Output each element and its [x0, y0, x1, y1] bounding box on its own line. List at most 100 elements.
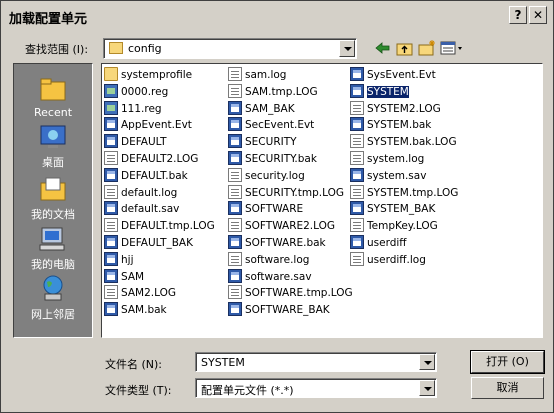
- file-list[interactable]: systemprofile 0000.reg 111.reg AppEvent.Evt…: [101, 63, 543, 338]
- place-my-computer[interactable]: 我的电脑: [14, 224, 92, 272]
- file-item[interactable]: SOFTWARE.bak: [228, 235, 326, 251]
- file-item[interactable]: SAM.bak: [104, 302, 167, 318]
- file-name: software.log: [245, 253, 310, 266]
- file-item[interactable]: system.log: [350, 151, 424, 167]
- file-item[interactable]: AppEvent.Evt: [104, 117, 192, 133]
- file-item[interactable]: SYSTEM.bak.LOG: [350, 134, 457, 150]
- file-item[interactable]: default.log: [104, 184, 177, 201]
- help-button[interactable]: ?: [509, 6, 527, 24]
- file-name: SOFTWARE.tmp.LOG: [245, 287, 353, 300]
- file-item[interactable]: TempKey.LOG: [350, 218, 438, 234]
- file-name: DEFAULT.bak: [121, 169, 188, 182]
- file-name: DEFAULT.tmp.LOG: [121, 220, 215, 233]
- file-name: TempKey.LOG: [367, 220, 438, 233]
- file-item[interactable]: SOFTWARE_BAK: [228, 302, 330, 318]
- my-documents-icon: [40, 177, 66, 201]
- place-network[interactable]: 网上邻居: [14, 274, 92, 322]
- place-label: 桌面: [42, 156, 64, 169]
- file-item[interactable]: SYSTEM.tmp.LOG: [350, 184, 458, 201]
- file-name: userdiff: [367, 237, 407, 249]
- file-item[interactable]: system.sav: [350, 167, 426, 184]
- file-item[interactable]: DEFAULT.tmp.LOG: [104, 218, 215, 234]
- file-item[interactable]: security.log: [228, 167, 305, 184]
- file-name: 0000.reg: [121, 85, 169, 98]
- file-item[interactable]: systemprofile: [104, 67, 192, 83]
- file-name: SAM2.LOG: [121, 287, 176, 300]
- file-item[interactable]: userdiff: [350, 235, 407, 251]
- file-item[interactable]: SYSTEM.bak: [350, 117, 431, 133]
- file-item[interactable]: SAM.tmp.LOG: [228, 83, 318, 100]
- file-item[interactable]: SOFTWARE2.LOG: [228, 218, 335, 234]
- file-item[interactable]: SYSTEM2.LOG: [350, 100, 441, 117]
- hive-file-icon: [228, 117, 242, 132]
- text-file-icon: [228, 251, 242, 266]
- file-name: SYSTEM.bak: [367, 119, 432, 132]
- text-file-icon: [350, 134, 364, 149]
- file-name: 111.reg: [121, 102, 162, 115]
- text-file-icon: [228, 67, 242, 81]
- file-item[interactable]: DEFAULT2.LOG: [104, 151, 198, 167]
- cancel-button[interactable]: 取消: [471, 377, 544, 399]
- file-item[interactable]: SECURITY.bak: [228, 151, 317, 167]
- place-recent[interactable]: Recent: [14, 74, 92, 119]
- text-file-icon: [228, 184, 242, 199]
- place-my-documents[interactable]: 我的文档: [14, 174, 92, 222]
- file-item[interactable]: SECURITY.tmp.LOG: [228, 184, 344, 201]
- file-item[interactable]: DEFAULT.bak: [104, 167, 188, 184]
- file-item[interactable]: hjj: [104, 251, 134, 268]
- text-file-icon: [350, 151, 364, 165]
- file-item[interactable]: SAM: [104, 268, 144, 285]
- file-item[interactable]: SysEvent.Evt: [350, 67, 436, 83]
- file-item[interactable]: DEFAULT_BAK: [104, 235, 193, 251]
- chevron-down-icon[interactable]: [419, 380, 435, 396]
- file-name: SYSTEM: [367, 85, 409, 98]
- close-button[interactable]: ✕: [529, 6, 547, 24]
- text-file-icon: [104, 285, 118, 300]
- file-item[interactable]: sam.log: [228, 67, 286, 83]
- chevron-down-icon[interactable]: [419, 354, 435, 370]
- chevron-down-icon[interactable]: [339, 40, 355, 57]
- hive-file-icon: [104, 302, 118, 317]
- file-item[interactable]: SecEvent.Evt: [228, 117, 314, 133]
- places-bar: Recent 桌面 我的文档 我的电脑 网上邻居: [13, 63, 93, 338]
- load-hive-dialog: 加载配置单元 ? ✕ 查找范围 (I): config Recent 桌面 我的…: [0, 0, 554, 413]
- up-folder-icon[interactable]: [395, 39, 415, 57]
- filename-input[interactable]: SYSTEM: [195, 352, 437, 372]
- recent-folder-icon: [40, 78, 66, 101]
- file-item[interactable]: SYSTEM_BAK: [350, 201, 435, 217]
- file-item[interactable]: SAM2.LOG: [104, 285, 176, 301]
- hive-file-icon: [228, 268, 242, 283]
- view-menu-icon[interactable]: [439, 39, 465, 57]
- text-file-icon: [228, 167, 242, 182]
- file-item[interactable]: software.log: [228, 251, 310, 268]
- hive-file-icon: [104, 201, 118, 216]
- filetype-dropdown[interactable]: 配置单元文件 (*.*): [195, 378, 437, 398]
- file-item[interactable]: SAM_BAK: [228, 100, 295, 117]
- file-name: security.log: [245, 169, 305, 182]
- hive-file-icon: [350, 235, 364, 249]
- look-in-value: config: [128, 42, 162, 55]
- file-name: SOFTWARE.bak: [245, 237, 326, 249]
- file-item[interactable]: DEFAULT: [104, 134, 166, 150]
- place-desktop[interactable]: 桌面: [14, 122, 92, 170]
- registry-file-icon: [104, 83, 118, 98]
- file-item[interactable]: SYSTEM: [350, 83, 409, 100]
- file-item[interactable]: SOFTWARE.tmp.LOG: [228, 285, 353, 301]
- back-arrow-icon[interactable]: [373, 39, 393, 57]
- open-button[interactable]: 打开 (O): [470, 350, 545, 374]
- file-item[interactable]: SOFTWARE: [228, 201, 303, 217]
- file-item[interactable]: 0000.reg: [104, 83, 169, 100]
- file-name: userdiff.log: [367, 253, 426, 266]
- hive-file-icon: [228, 134, 242, 149]
- look-in-dropdown[interactable]: config: [103, 38, 357, 59]
- file-item[interactable]: 111.reg: [104, 100, 162, 117]
- file-name: SAM.bak: [121, 304, 167, 317]
- text-file-icon: [228, 285, 242, 300]
- file-name: SAM_BAK: [245, 102, 295, 115]
- file-item[interactable]: SECURITY: [228, 134, 297, 150]
- new-folder-icon[interactable]: [417, 39, 437, 57]
- text-file-icon: [350, 251, 364, 266]
- file-item[interactable]: default.sav: [104, 201, 179, 217]
- file-item[interactable]: userdiff.log: [350, 251, 426, 268]
- file-item[interactable]: software.sav: [228, 268, 312, 285]
